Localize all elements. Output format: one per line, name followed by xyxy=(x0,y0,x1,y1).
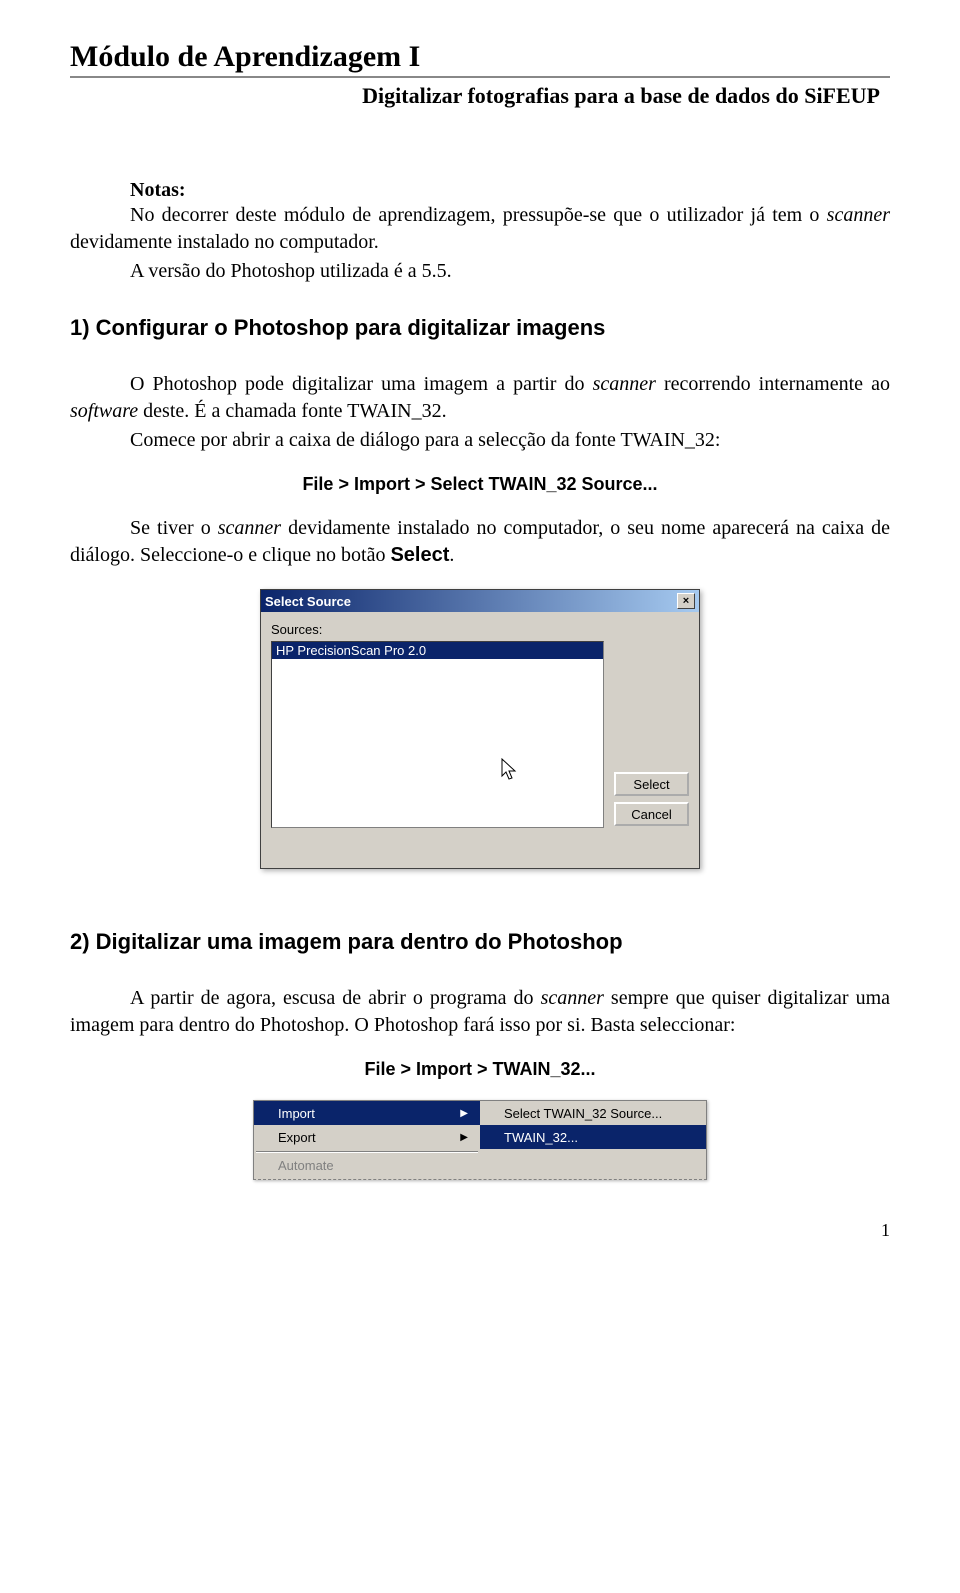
text-fragment: No decorrer deste módulo de aprendizagem… xyxy=(130,204,827,226)
menu-screenshot: Import ▶ Export ▶ Automate Select TWAIN_… xyxy=(253,1100,707,1180)
list-item[interactable]: HP PrecisionScan Pro 2.0 xyxy=(272,642,603,659)
menu-right-panel: Select TWAIN_32 Source... TWAIN_32... xyxy=(480,1101,706,1179)
instruction-1: File > Import > Select TWAIN_32 Source..… xyxy=(70,474,890,495)
page-title: Módulo de Aprendizagem I xyxy=(70,40,890,78)
menu-label: TWAIN_32... xyxy=(504,1130,578,1145)
menu-label: Select TWAIN_32 Source... xyxy=(504,1106,662,1121)
menu-item-automate: Automate xyxy=(254,1155,480,1173)
notas-heading: Notas: xyxy=(130,179,890,202)
sources-label: Sources: xyxy=(271,622,604,637)
text-fragment: A partir de agora, escusa de abrir o pro… xyxy=(130,987,541,1009)
text-fragment: . xyxy=(449,544,454,566)
text-scanner-italic: scanner xyxy=(593,373,656,395)
menu-label: Import xyxy=(278,1106,315,1121)
section-1-paragraph-3: Se tiver o scanner devidamente instalado… xyxy=(70,515,890,569)
section-2-paragraph-1: A partir de agora, escusa de abrir o pro… xyxy=(70,985,890,1039)
select-source-dialog: Select Source × Sources: HP PrecisionSca… xyxy=(260,589,700,869)
instruction-2: File > Import > TWAIN_32... xyxy=(70,1059,890,1080)
text-scanner-italic: scanner xyxy=(827,204,890,226)
section-1-heading: 1) Configurar o Photoshop para digitaliz… xyxy=(70,315,890,341)
menu-item-select-source[interactable]: Select TWAIN_32 Source... xyxy=(480,1101,706,1125)
section-2-heading: 2) Digitalizar uma imagem para dentro do… xyxy=(70,929,890,955)
notas-paragraph-2: A versão do Photoshop utilizada é a 5.5. xyxy=(70,258,890,285)
text-fragment: recorrendo internamente ao xyxy=(656,373,890,395)
menu-item-twain[interactable]: TWAIN_32... xyxy=(480,1125,706,1149)
cancel-button[interactable]: Cancel xyxy=(614,802,689,826)
text-fragment: deste. É a chamada fonte TWAIN_32. xyxy=(138,400,446,422)
submenu-arrow-icon: ▶ xyxy=(460,1132,468,1143)
text-scanner-italic: scanner xyxy=(218,517,281,539)
page-subtitle: Digitalizar fotografias para a base de d… xyxy=(70,83,890,109)
text-scanner-italic: scanner xyxy=(541,987,604,1009)
dialog-title: Select Source xyxy=(265,594,351,609)
section-1-paragraph-1: O Photoshop pode digitalizar uma imagem … xyxy=(70,371,890,425)
menu-label: Export xyxy=(278,1130,316,1145)
menu-item-import[interactable]: Import ▶ xyxy=(254,1101,480,1125)
text-fragment: O Photoshop pode digitalizar uma imagem … xyxy=(130,373,593,395)
text-fragment: devidamente instalado no computador. xyxy=(70,231,379,253)
text-fragment: Se tiver o xyxy=(130,517,218,539)
menu-left-panel: Import ▶ Export ▶ Automate xyxy=(254,1101,480,1179)
text-select-bold: Select xyxy=(390,544,449,566)
sources-listbox[interactable]: HP PrecisionScan Pro 2.0 xyxy=(271,641,604,828)
select-button[interactable]: Select xyxy=(614,772,689,796)
page-number: 1 xyxy=(70,1220,890,1241)
close-button[interactable]: × xyxy=(677,593,695,609)
submenu-arrow-icon: ▶ xyxy=(460,1108,468,1119)
text-software-italic: software xyxy=(70,400,138,422)
menu-item-export[interactable]: Export ▶ xyxy=(254,1125,480,1149)
menu-separator xyxy=(256,1151,478,1153)
dialog-titlebar: Select Source × xyxy=(261,590,699,612)
section-1-paragraph-2: Comece por abrir a caixa de diálogo para… xyxy=(70,427,890,454)
notas-paragraph-1: No decorrer deste módulo de aprendizagem… xyxy=(70,202,890,256)
